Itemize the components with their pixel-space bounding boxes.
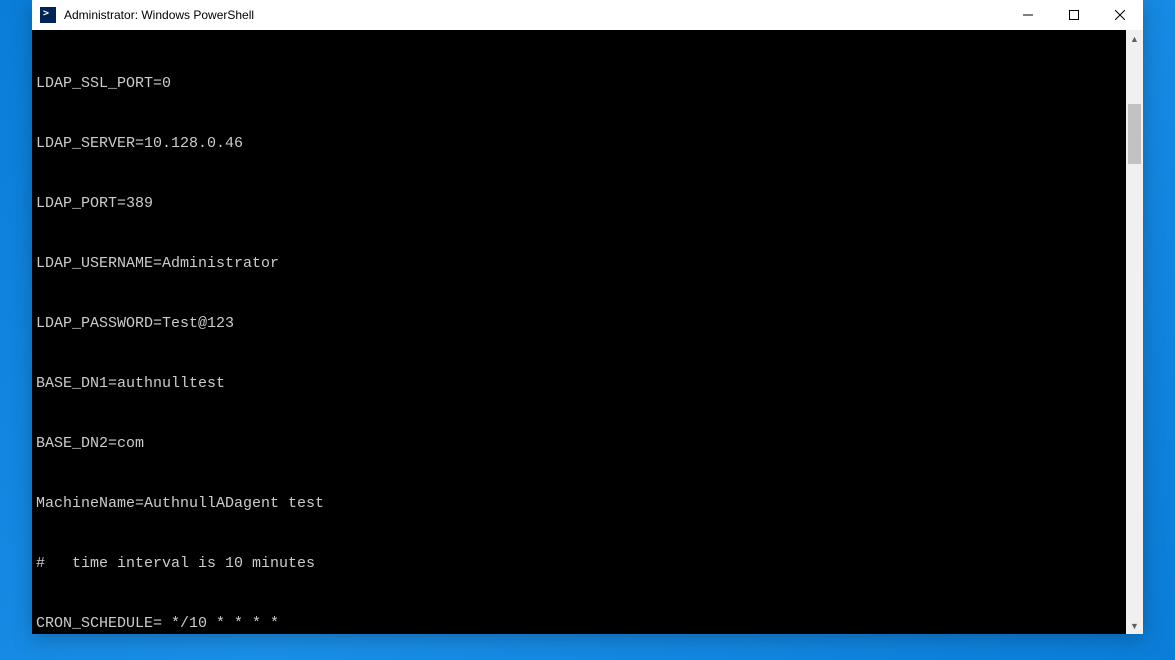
config-line: LDAP_PORT=389 (36, 194, 1126, 214)
window-buttons (1005, 0, 1143, 30)
config-line: # time interval is 10 minutes (36, 554, 1126, 574)
config-line: CRON_SCHEDULE= */10 * * * * (36, 614, 1126, 634)
config-line: BASE_DN1=authnulltest (36, 374, 1126, 394)
minimize-button[interactable] (1005, 0, 1051, 30)
maximize-button[interactable] (1051, 0, 1097, 30)
close-icon (1115, 10, 1125, 20)
scrollbar[interactable]: ▲ ▼ (1126, 30, 1143, 634)
config-line: LDAP_SERVER=10.128.0.46 (36, 134, 1126, 154)
window-title: Administrator: Windows PowerShell (64, 8, 1005, 22)
config-line: LDAP_PASSWORD=Test@123 (36, 314, 1126, 334)
terminal[interactable]: LDAP_SSL_PORT=0 LDAP_SERVER=10.128.0.46 … (32, 30, 1126, 634)
powershell-window: Administrator: Windows PowerShell LDAP_S… (32, 0, 1143, 634)
config-line: MachineName=AuthnullADagent test (36, 494, 1126, 514)
minimize-icon (1023, 10, 1033, 20)
maximize-icon (1069, 10, 1079, 20)
config-line: LDAP_USERNAME=Administrator (36, 254, 1126, 274)
config-line: BASE_DN2=com (36, 434, 1126, 454)
scroll-up-button[interactable]: ▲ (1126, 30, 1143, 47)
powershell-icon (40, 7, 56, 23)
titlebar[interactable]: Administrator: Windows PowerShell (32, 0, 1143, 30)
close-button[interactable] (1097, 0, 1143, 30)
config-line: LDAP_SSL_PORT=0 (36, 74, 1126, 94)
scroll-thumb[interactable] (1128, 104, 1141, 164)
scroll-down-button[interactable]: ▼ (1126, 617, 1143, 634)
client-area: LDAP_SSL_PORT=0 LDAP_SERVER=10.128.0.46 … (32, 30, 1143, 634)
